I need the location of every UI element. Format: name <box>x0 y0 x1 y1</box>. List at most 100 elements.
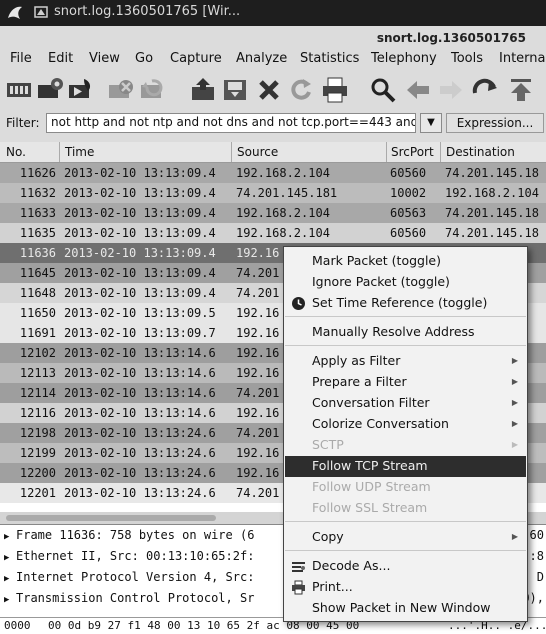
menu-separator <box>285 316 526 317</box>
packet-number-cell: 11626 <box>19 166 56 180</box>
menu-item-apply-as-filter[interactable]: Apply as Filter ▶ <box>285 351 526 372</box>
menu-item-copy[interactable]: Copy ▶ <box>285 527 526 548</box>
packet-source-cell: 192.16 <box>236 466 280 480</box>
close-file-icon[interactable] <box>254 75 284 105</box>
packet-source-cell: 192.16 <box>236 406 280 420</box>
printer-icon <box>291 580 306 595</box>
packet-time-cell: 2013-02-10 13:13:14.6 <box>64 386 216 400</box>
menu-item-manually-resolve-address[interactable]: Manually Resolve Address <box>285 322 526 343</box>
column-time[interactable]: Time <box>65 145 94 159</box>
packet-row[interactable]: 11635 2013-02-10 13:13:09.4 192.168.2.104 6… <box>0 223 546 243</box>
menu-file[interactable]: File <box>10 51 32 66</box>
packet-number-cell: 12198 <box>19 426 56 440</box>
detail-frame[interactable]: ▶ Frame 11636: 758 bytes on wire (6 <box>4 528 254 548</box>
packet-number-cell: 12201 <box>19 486 56 500</box>
find-packet-icon[interactable] <box>368 75 398 105</box>
packet-time-cell: 2013-02-10 13:13:09.4 <box>64 266 216 280</box>
packet-time-cell: 2013-02-10 13:13:09.4 <box>64 206 216 220</box>
packet-source-cell: 192.168.2.104 <box>236 206 330 220</box>
window-title: snort.log.1360501765 [Wir... <box>54 4 241 19</box>
menu-statistics[interactable]: Statistics <box>300 51 359 66</box>
start-capture-icon[interactable] <box>66 75 96 105</box>
menu-item-mark-packet-toggle[interactable]: Mark Packet (toggle) <box>285 251 526 272</box>
display-filter-bar: Filter: not http and not ntp and not dns… <box>0 112 546 136</box>
packet-row[interactable]: 11633 2013-02-10 13:13:09.4 192.168.2.104 6… <box>0 203 546 223</box>
horizontal-scrollbar[interactable] <box>6 515 216 521</box>
packet-number-cell: 12114 <box>19 386 56 400</box>
save-file-icon[interactable] <box>220 75 250 105</box>
go-forward-icon[interactable] <box>436 75 466 105</box>
column-srcport[interactable]: SrcPort <box>391 145 434 159</box>
detail-ethernet[interactable]: ▶ Ethernet II, Src: 00:13:10:65:2f: <box>4 549 254 569</box>
expand-arrow-icon[interactable]: ▶ <box>4 553 16 563</box>
expression-button[interactable]: Expression... <box>446 113 544 133</box>
go-back-icon[interactable] <box>403 75 433 105</box>
packet-source-cell: 192.168.2.104 <box>236 166 330 180</box>
packet-source-cell: 192.16 <box>236 366 280 380</box>
packet-srcport-cell: 60563 <box>390 206 427 220</box>
expand-arrow-icon[interactable]: ▶ <box>4 595 16 605</box>
menu-item-conversation-filter[interactable]: Conversation Filter ▶ <box>285 393 526 414</box>
interface-list-icon[interactable] <box>4 75 34 105</box>
packet-source-cell: 74.201 <box>236 286 280 300</box>
expand-arrow-icon[interactable]: ▶ <box>4 574 16 584</box>
filter-input[interactable]: not http and not ntp and not dns and not… <box>46 113 416 133</box>
print-icon[interactable] <box>320 75 350 105</box>
menu-telephony[interactable]: Telephony <box>371 51 437 66</box>
menu-item-prepare-a-filter[interactable]: Prepare a Filter ▶ <box>285 372 526 393</box>
stop-capture-icon[interactable] <box>106 75 136 105</box>
menu-internals[interactable]: Interna <box>499 51 546 66</box>
menu-item-ignore-packet-toggle[interactable]: Ignore Packet (toggle) <box>285 272 526 293</box>
packet-source-cell: 74.201 <box>236 486 280 500</box>
menu-go[interactable]: Go <box>135 51 153 66</box>
packet-source-cell: 74.201 <box>236 266 280 280</box>
expand-arrow-icon[interactable]: ▶ <box>4 532 16 542</box>
menu-analyze[interactable]: Analyze <box>236 51 287 66</box>
menu-item-colorize-conversation[interactable]: Colorize Conversation ▶ <box>285 414 526 435</box>
packet-row[interactable]: 11632 2013-02-10 13:13:09.4 74.201.145.181… <box>0 183 546 203</box>
open-file-icon[interactable] <box>188 75 218 105</box>
packet-row[interactable]: 11626 2013-02-10 13:13:09.4 192.168.2.104 6… <box>0 163 546 183</box>
packet-time-cell: 2013-02-10 13:13:14.6 <box>64 406 216 420</box>
submenu-arrow-icon: ▶ <box>511 532 518 541</box>
packet-context-menu: Mark Packet (toggle) Ignore Packet (toggl… <box>283 246 528 622</box>
menu-item-label: Manually Resolve Address <box>312 324 475 339</box>
go-first-icon[interactable] <box>506 75 536 105</box>
menu-view[interactable]: View <box>89 51 120 66</box>
menu-item-label: Show Packet in New Window <box>312 600 491 615</box>
submenu-arrow-icon: ▶ <box>511 440 518 449</box>
menu-item-label: Conversation Filter <box>312 395 430 410</box>
restart-capture-icon[interactable] <box>138 75 168 105</box>
menu-item-follow-tcp-stream[interactable]: Follow TCP Stream <box>285 456 526 477</box>
menu-item-decode-as[interactable]: Decode As... <box>285 556 526 577</box>
capture-options-icon[interactable] <box>35 75 65 105</box>
filter-history-dropdown[interactable]: ▼ <box>420 113 442 133</box>
menu-item-print[interactable]: Print... <box>285 577 526 598</box>
wireshark-fin-icon <box>8 6 22 19</box>
reload-icon[interactable] <box>286 75 316 105</box>
menu-edit[interactable]: Edit <box>48 51 73 66</box>
packet-number-cell: 12113 <box>19 366 56 380</box>
packet-time-cell: 2013-02-10 13:13:09.4 <box>64 226 216 240</box>
packet-number-cell: 12200 <box>19 466 56 480</box>
window-menu-icon[interactable] <box>34 5 48 19</box>
menu-item-set-time-reference-toggle[interactable]: Set Time Reference (toggle) <box>285 293 526 314</box>
packet-number-cell: 11633 <box>19 206 56 220</box>
menu-item-show-packet-in-new-window[interactable]: Show Packet in New Window <box>285 598 526 619</box>
packet-list-header: No. Time Source SrcPort Destination <box>0 142 546 163</box>
packet-time-cell: 2013-02-10 13:13:14.6 <box>64 366 216 380</box>
packet-srcport-cell: 10002 <box>390 186 427 200</box>
column-no[interactable]: No. <box>6 145 26 159</box>
column-destination[interactable]: Destination <box>446 145 515 159</box>
detail-tcp[interactable]: ▶ Transmission Control Protocol, Sr <box>4 591 254 611</box>
menu-separator <box>285 550 526 551</box>
menu-capture[interactable]: Capture <box>170 51 222 66</box>
packet-number-cell: 11636 <box>19 246 56 260</box>
detail-ip[interactable]: ▶ Internet Protocol Version 4, Src: <box>4 570 254 590</box>
packet-source-cell: 192.16 <box>236 246 280 260</box>
menu-tools[interactable]: Tools <box>451 51 483 66</box>
packet-number-cell: 11691 <box>19 326 56 340</box>
menu-separator <box>285 521 526 522</box>
go-to-packet-icon[interactable] <box>470 75 500 105</box>
column-source[interactable]: Source <box>237 145 278 159</box>
